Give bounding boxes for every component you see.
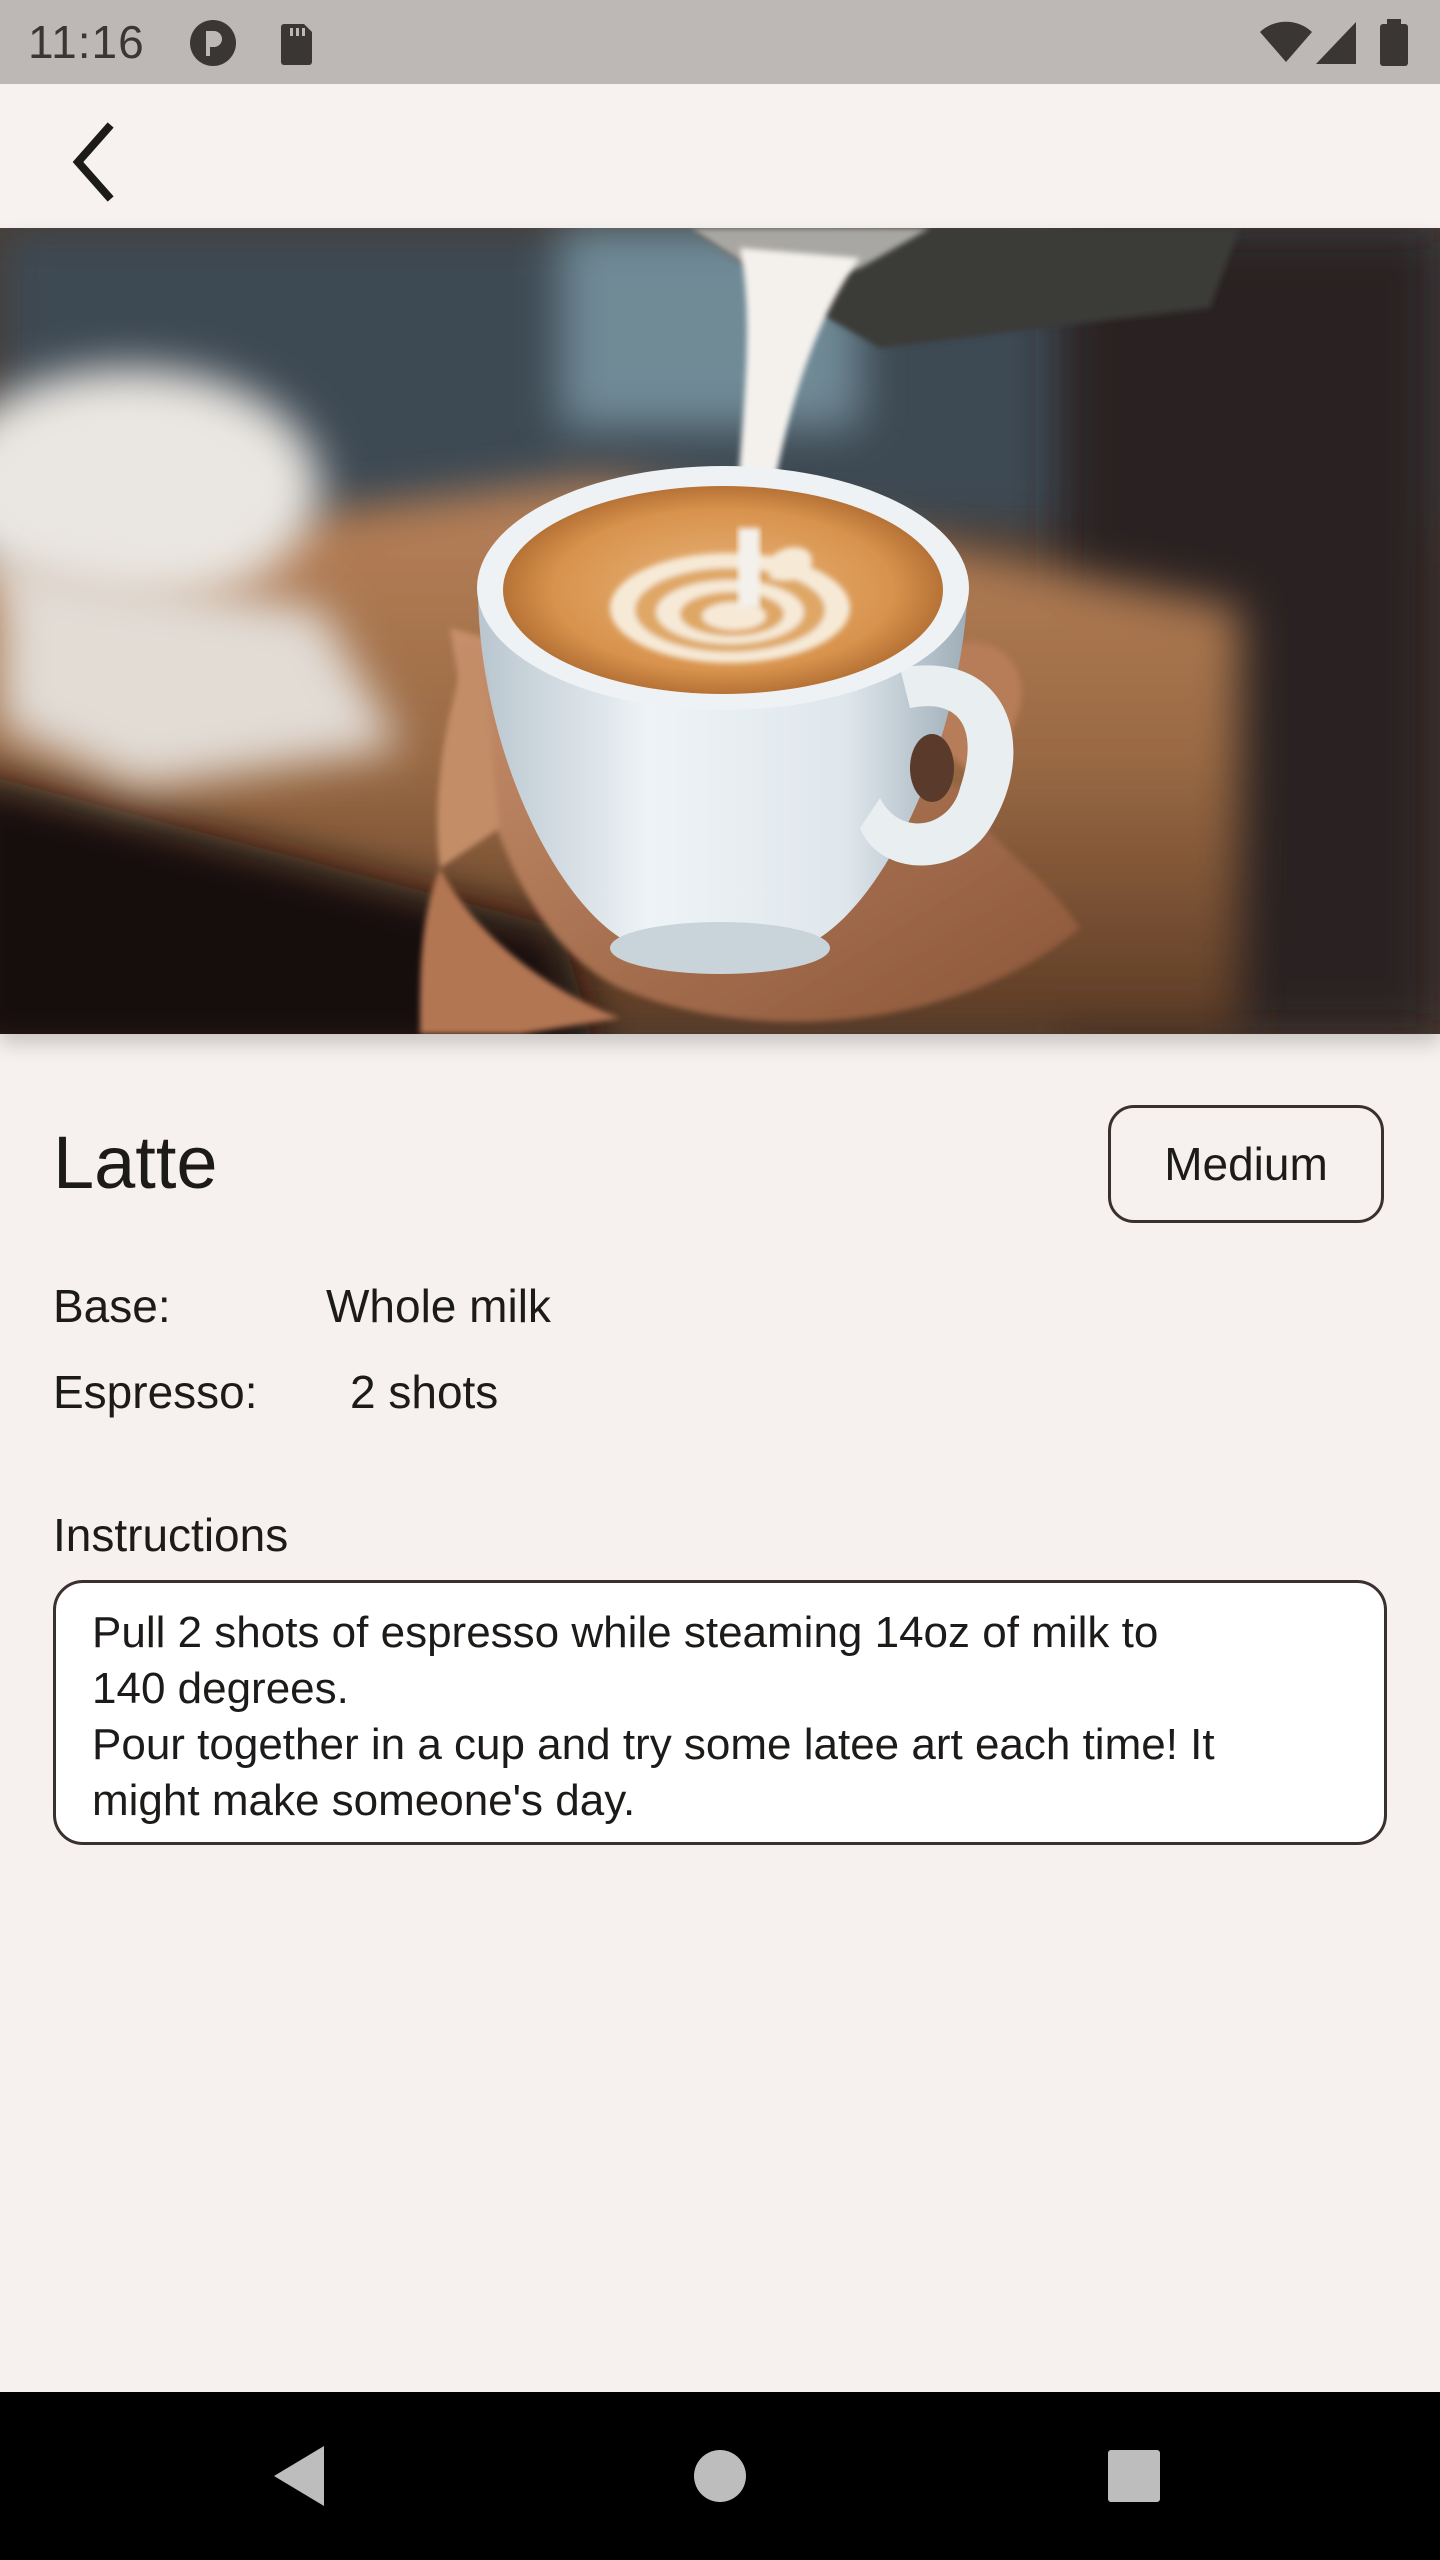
instructions-field[interactable]: Pull 2 shots of espresso while steaming …: [53, 1580, 1387, 1845]
base-label: Base:: [53, 1280, 171, 1332]
nav-recents-button[interactable]: [1086, 2428, 1182, 2524]
espresso-value: 2 shots: [350, 1366, 499, 1418]
base-value: Whole milk: [326, 1280, 551, 1332]
status-time: 11:16: [28, 16, 145, 68]
recents-square-icon: [1108, 2450, 1160, 2502]
signal-icon: [1316, 22, 1356, 64]
battery-icon: [1380, 19, 1408, 66]
drink-title: Latte: [53, 1121, 218, 1204]
instructions-label: Instructions: [53, 1509, 289, 1561]
home-circle-icon: [694, 2450, 746, 2502]
nav-back-button[interactable]: [252, 2428, 348, 2524]
app-bar: [0, 84, 1440, 228]
status-bar: 11:16: [0, 0, 1440, 84]
latte-art-image: [0, 228, 1440, 1034]
navigation-bar: [0, 2392, 1440, 2560]
size-button[interactable]: Medium: [1108, 1105, 1384, 1223]
back-triangle-icon: [274, 2446, 324, 2506]
wifi-icon: [1260, 21, 1312, 62]
circle-p-icon: [190, 20, 236, 66]
nav-home-button[interactable]: [672, 2428, 768, 2524]
sd-card-icon: [281, 24, 312, 65]
chevron-left-icon: [72, 122, 114, 202]
hero-image: [0, 228, 1440, 1034]
espresso-label: Espresso:: [53, 1366, 258, 1418]
back-button[interactable]: [44, 114, 140, 210]
